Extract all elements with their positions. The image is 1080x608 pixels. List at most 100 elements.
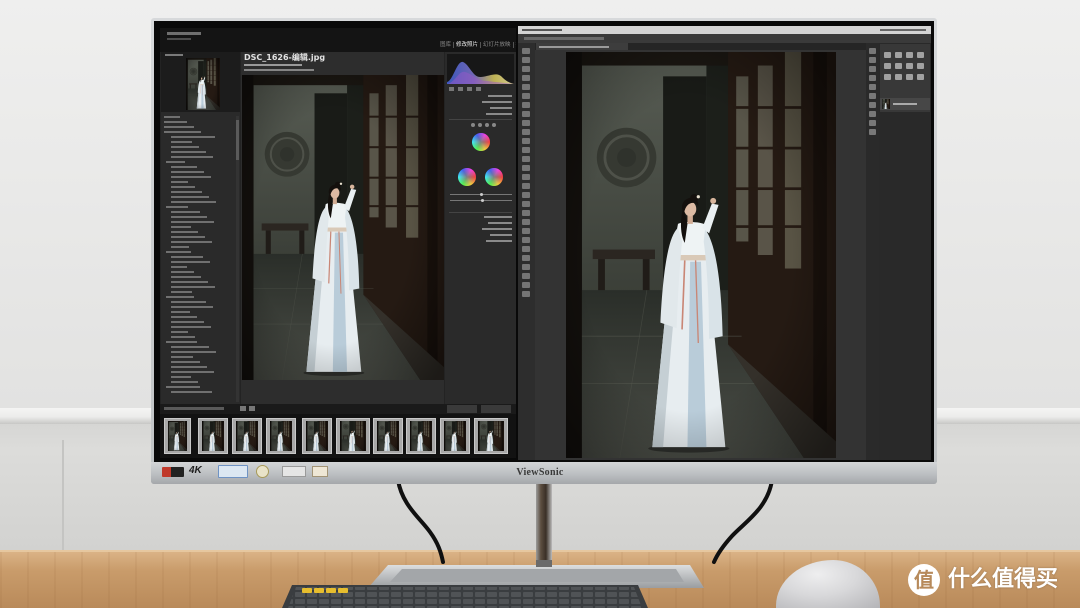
preset-list-row[interactable] [171,331,188,333]
preset-list-row[interactable] [171,156,213,158]
ps-tool-icon[interactable] [522,273,530,279]
preset-list-row[interactable] [164,121,187,123]
grading-highlights-icon[interactable] [492,123,496,127]
preset-list-row[interactable] [171,166,197,168]
preset-list-row[interactable] [171,311,190,313]
panel-row[interactable] [482,101,512,103]
preset-list-row[interactable] [171,286,215,288]
preset-list-row[interactable] [171,301,206,303]
panel-row[interactable] [490,234,512,236]
ps-tool-icon[interactable] [522,246,530,252]
preset-list-row[interactable] [171,186,195,188]
previous-button[interactable] [447,405,477,413]
redeye-tool-icon[interactable] [467,87,472,91]
preset-scrollbar-thumb[interactable] [236,120,239,160]
preset-list-row[interactable] [171,276,201,278]
photoshop-photo[interactable] [566,52,836,458]
ps-tool-icon[interactable] [522,66,530,72]
panel-row[interactable] [488,222,512,224]
options-controls[interactable] [524,37,604,40]
ps-panel-icon[interactable] [869,93,876,99]
preset-list-row[interactable] [171,381,198,383]
ps-tool-icon[interactable] [522,264,530,270]
ps-tool-icon[interactable] [522,174,530,180]
preset-list-row[interactable] [171,146,199,148]
ps-tool-icon[interactable] [522,111,530,117]
preset-list-row[interactable] [171,336,195,338]
preset-list-row[interactable] [171,351,216,353]
ps-panel-icon[interactable] [869,102,876,108]
adjustment-icon[interactable] [884,63,891,69]
ps-tool-icon[interactable] [522,219,530,225]
panel-row[interactable] [490,107,512,109]
shadows-color-wheel[interactable] [458,168,476,186]
panel-row[interactable] [486,113,512,115]
adjustment-icon[interactable] [917,52,924,58]
preset-list-row[interactable] [171,141,192,143]
preset-list-row[interactable] [171,326,211,328]
preset-list-row[interactable] [171,356,193,358]
menu-items[interactable] [522,29,562,31]
preset-list-row[interactable] [171,216,207,218]
highlights-color-wheel[interactable] [485,168,503,186]
ps-panel-icon[interactable] [869,57,876,63]
adjustment-icon[interactable] [917,74,924,80]
grading-3way-icon[interactable] [471,123,475,127]
lightroom-photo[interactable] [242,75,444,380]
panel-row[interactable] [486,240,512,242]
ps-tool-icon[interactable] [522,192,530,198]
keyboard[interactable] [282,584,648,608]
ps-panel-icon[interactable] [869,66,876,72]
preset-list-row[interactable] [171,316,197,318]
midtones-color-wheel[interactable] [472,133,490,151]
preset-list-row[interactable] [171,321,204,323]
preset-list-row[interactable] [166,341,197,343]
ps-tool-icon[interactable] [522,183,530,189]
grading-shadows-icon[interactable] [478,123,482,127]
preset-list-row[interactable] [171,191,202,193]
preset-list-row[interactable] [171,246,189,248]
preset-list-row[interactable] [171,376,191,378]
preset-list-row[interactable] [171,271,194,273]
toolbar-controls[interactable] [164,407,224,410]
adjustment-icon[interactable] [906,63,913,69]
ps-panel-icon[interactable] [869,120,876,126]
adjustment-icon[interactable] [895,52,902,58]
mask-tool-icon[interactable] [476,87,481,91]
preset-list-row[interactable] [166,386,200,388]
ps-tool-icon[interactable] [522,84,530,90]
preset-list-row[interactable] [171,291,192,293]
preset-list-row[interactable] [171,201,216,203]
preset-list-row[interactable] [171,151,206,153]
ps-tool-icon[interactable] [522,156,530,162]
tab-library[interactable]: 图库 [438,42,453,48]
ps-panel-icon[interactable] [869,129,876,135]
ps-tool-icon[interactable] [522,291,530,297]
preset-list-row[interactable] [166,251,191,253]
preset-list-row[interactable] [171,281,208,283]
adjustment-icon[interactable] [906,52,913,58]
balance-slider-knob[interactable] [481,199,484,202]
tab-develop[interactable]: 修改照片 [453,42,481,48]
compare-icon[interactable] [249,406,255,411]
ps-panel-icon[interactable] [869,75,876,81]
adjustment-icon[interactable] [895,74,902,80]
panel-row[interactable] [484,216,512,218]
preset-list-row[interactable] [164,131,201,133]
preset-list-row[interactable] [171,266,187,268]
preset-list-row[interactable] [166,161,185,163]
preset-list-row[interactable] [166,206,188,208]
preset-list-row[interactable] [171,221,214,223]
ps-tool-icon[interactable] [522,48,530,54]
preset-list-row[interactable] [164,126,194,128]
preset-list-row[interactable] [171,391,212,393]
ps-tool-icon[interactable] [522,255,530,261]
navigator-thumbnail[interactable] [186,58,220,110]
preset-list-row[interactable] [171,176,211,178]
ps-tool-icon[interactable] [522,165,530,171]
ps-panel-icon[interactable] [869,111,876,117]
preset-list-row[interactable] [171,211,200,213]
adjustment-icon[interactable] [895,63,902,69]
preset-list-row[interactable] [171,366,207,368]
preset-list-row[interactable] [171,196,209,198]
